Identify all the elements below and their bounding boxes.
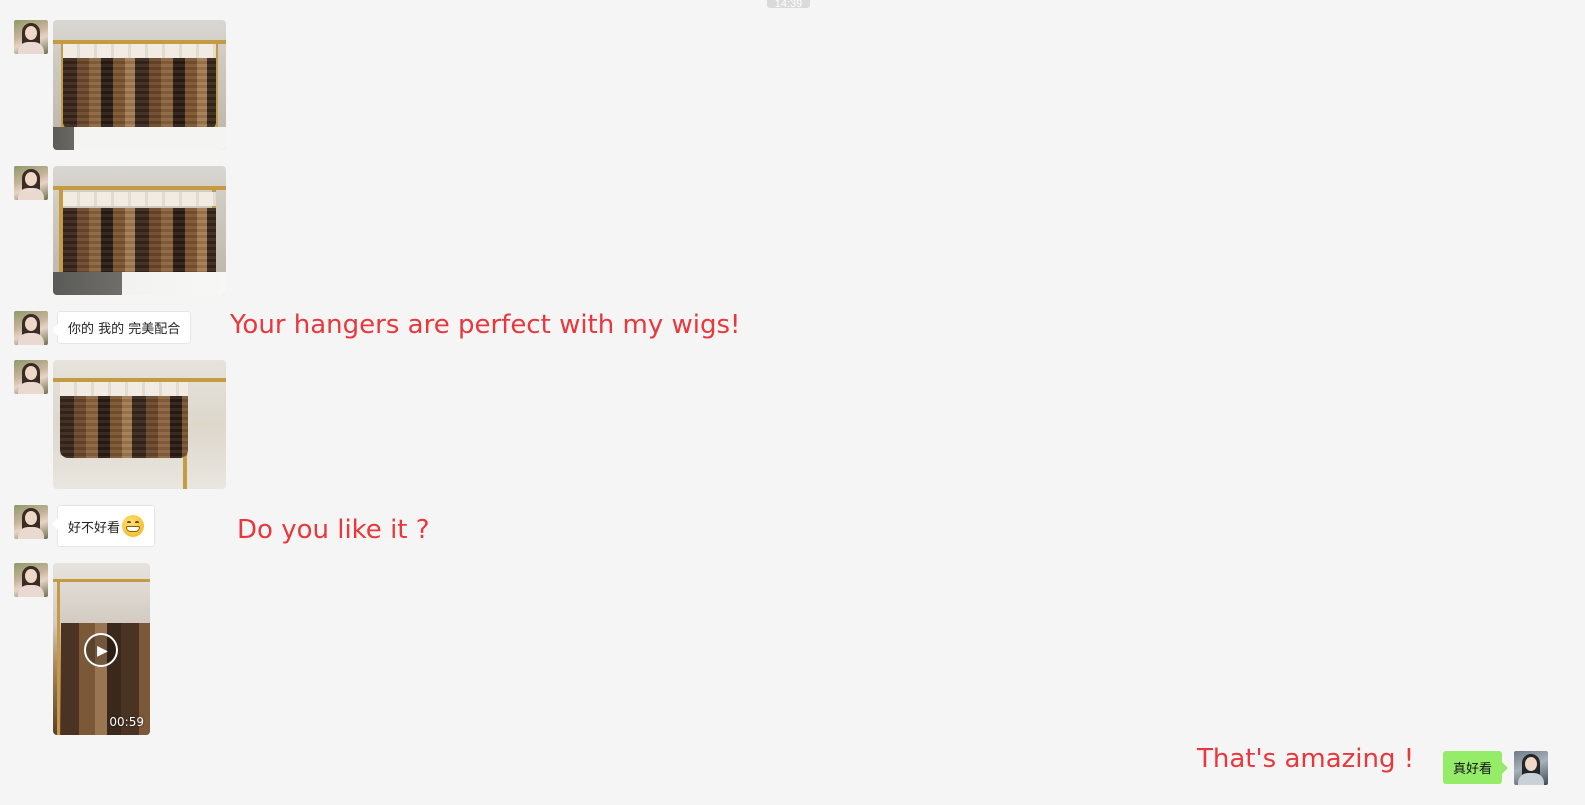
contact-avatar[interactable] <box>14 166 48 200</box>
text-message-bubble[interactable]: 好不好看 <box>51 505 156 547</box>
timestamp-divider: 14:39 <box>767 0 810 8</box>
grinning-face-emoji-icon <box>122 515 145 537</box>
video-duration: 00:59 <box>109 715 144 729</box>
contact-avatar[interactable] <box>14 563 48 597</box>
message-text: 你的 我的 完美配合 <box>68 322 181 337</box>
contact-avatar[interactable] <box>14 360 48 394</box>
video-message[interactable]: ▶ 00:59 <box>53 563 150 735</box>
translation-annotation: Your hangers are perfect with my wigs! <box>230 310 741 340</box>
translation-annotation: Do you like it ? <box>237 515 430 545</box>
message-text: 好不好看 <box>68 520 121 536</box>
message-text: 真好看 <box>1453 762 1493 777</box>
contact-avatar[interactable] <box>14 311 48 345</box>
image-message-wigs-1[interactable] <box>53 20 226 150</box>
contact-avatar[interactable] <box>14 505 48 539</box>
my-avatar[interactable] <box>1514 751 1548 785</box>
image-message-wigs-2[interactable] <box>53 166 226 295</box>
my-text-message-bubble[interactable]: 真好看 <box>1443 751 1509 784</box>
image-message-wigs-3[interactable] <box>53 360 226 489</box>
contact-avatar[interactable] <box>14 20 48 54</box>
translation-annotation: That's amazing ! <box>1197 744 1415 774</box>
play-icon[interactable]: ▶ <box>84 633 118 667</box>
text-message-bubble[interactable]: 你的 我的 完美配合 <box>51 311 192 344</box>
